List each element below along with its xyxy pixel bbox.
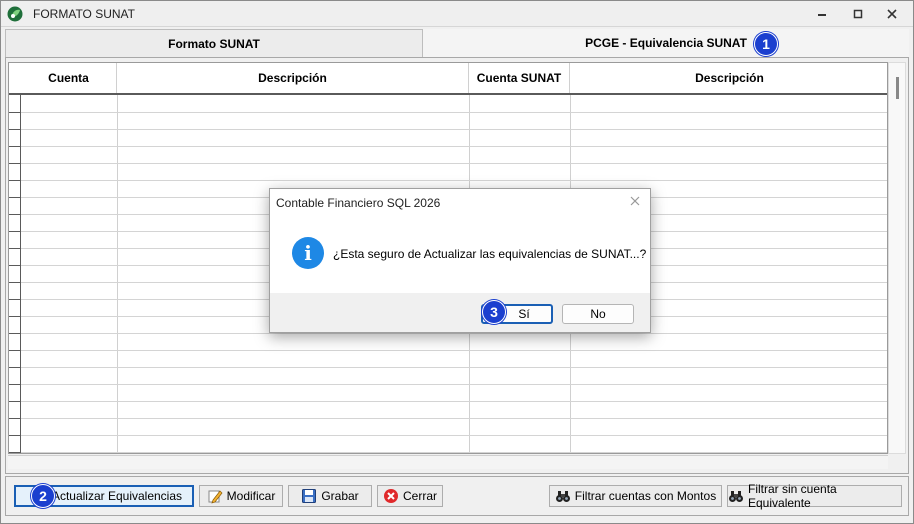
step-badge-1: 1 (754, 32, 778, 56)
tab-formato-sunat[interactable]: Formato SUNAT (5, 29, 423, 57)
grid-row-line (21, 350, 887, 351)
row-selector-tick (9, 333, 21, 334)
grid-row-line (21, 163, 887, 164)
horizontal-scrollbar[interactable] (8, 455, 888, 469)
tab-pcge-equivalencia[interactable]: PCGE - Equivalencia SUNAT (423, 29, 909, 57)
row-selector-tick (9, 299, 21, 300)
scrollbar-thumb[interactable] (896, 77, 899, 99)
grid-row-line (21, 367, 887, 368)
row-selector-tick (9, 163, 21, 164)
dialog-message: ¿Esta seguro de Actualizar las equivalen… (333, 247, 647, 261)
dialog-body: i ¿Esta seguro de Actualizar las equival… (270, 215, 650, 293)
step-badge-3: 3 (482, 300, 506, 324)
grid-row-line (21, 435, 887, 436)
dialog-footer: Sí No (270, 293, 650, 332)
dialog-title-bar: Contable Financiero SQL 2026 (270, 189, 650, 215)
row-selector-tick (9, 214, 21, 215)
grid-row-line (21, 452, 887, 453)
row-selector-tick (9, 180, 21, 181)
button-label: Actualizar Equivalencias (51, 489, 183, 503)
button-label: Sí (518, 307, 530, 321)
tab-label: Formato SUNAT (168, 36, 260, 51)
button-label: No (590, 307, 606, 321)
floppy-disk-icon (301, 488, 317, 504)
maximize-button[interactable] (841, 1, 875, 27)
title-bar: FORMATO SUNAT (1, 1, 913, 27)
grid-row-line (21, 418, 887, 419)
close-window-button[interactable] (875, 1, 909, 27)
row-selector-tick (9, 316, 21, 317)
grid-row-line (21, 129, 887, 130)
button-label: Modificar (226, 489, 276, 503)
grid-row-line (21, 384, 887, 385)
column-header-descripcion[interactable]: Descripción (117, 63, 469, 93)
row-selector-tick (9, 112, 21, 113)
info-icon: i (292, 237, 324, 269)
binoculars-icon (728, 488, 744, 504)
window-title: FORMATO SUNAT (33, 7, 135, 21)
column-header-cuenta-sunat[interactable]: Cuenta SUNAT (469, 63, 570, 93)
row-selector-tick (9, 452, 21, 453)
row-selector-tick (9, 350, 21, 351)
column-header-descripcion-sunat[interactable]: Descripción (570, 63, 887, 93)
close-circle-icon (383, 488, 399, 504)
row-selector-tick (9, 435, 21, 436)
button-label: Cerrar (402, 489, 437, 503)
row-selector-column[interactable] (9, 63, 21, 453)
row-selector-tick (9, 401, 21, 402)
row-selector-tick (9, 146, 21, 147)
tab-label: PCGE - Equivalencia SUNAT (585, 36, 747, 50)
app-leaf-icon (7, 6, 23, 22)
row-selector-tick (9, 384, 21, 385)
bottom-toolbar: Actualizar Equivalencias Modificar Graba… (5, 476, 909, 516)
row-selector-tick (9, 367, 21, 368)
button-label: Filtrar cuentas con Montos (574, 489, 717, 503)
row-selector-tick (9, 248, 21, 249)
row-selector-tick (9, 231, 21, 232)
modificar-button[interactable]: Modificar (199, 485, 283, 507)
main-window: FORMATO SUNAT Formato SUNAT PCGE - Equiv… (0, 0, 914, 524)
no-button[interactable]: No (562, 304, 634, 324)
column-header-cuenta[interactable]: Cuenta (21, 63, 117, 93)
dialog-title: Contable Financiero SQL 2026 (276, 196, 441, 210)
vertical-scrollbar[interactable] (888, 62, 906, 454)
row-selector-tick (9, 282, 21, 283)
grid-row-line (21, 333, 887, 334)
grid-row-line (21, 146, 887, 147)
row-selector-tick (9, 129, 21, 130)
button-label: Filtrar sin cuenta Equivalente (748, 482, 837, 510)
row-selector-tick (9, 418, 21, 419)
row-selector-tick (9, 265, 21, 266)
filtrar-cuentas-montos-button[interactable]: Filtrar cuentas con Montos (549, 485, 722, 507)
dialog-close-icon[interactable] (628, 194, 642, 208)
grabar-button[interactable]: Grabar (288, 485, 372, 507)
confirm-dialog: Contable Financiero SQL 2026 i ¿Esta seg… (269, 188, 651, 333)
grid-row-line (21, 112, 887, 113)
grid-row-line (21, 401, 887, 402)
row-selector-tick (9, 197, 21, 198)
edit-pencil-icon (207, 488, 223, 504)
cerrar-button[interactable]: Cerrar (377, 485, 443, 507)
filtrar-sin-equivalente-button[interactable]: Filtrar sin cuenta Equivalente (727, 482, 902, 510)
button-label: Grabar (321, 489, 359, 503)
grid-row-line (21, 180, 887, 181)
minimize-button[interactable] (805, 1, 839, 27)
step-badge-2: 2 (31, 484, 55, 508)
grid-header: Cuenta Descripción Cuenta SUNAT Descripc… (9, 63, 887, 95)
binoculars-icon (555, 488, 571, 504)
